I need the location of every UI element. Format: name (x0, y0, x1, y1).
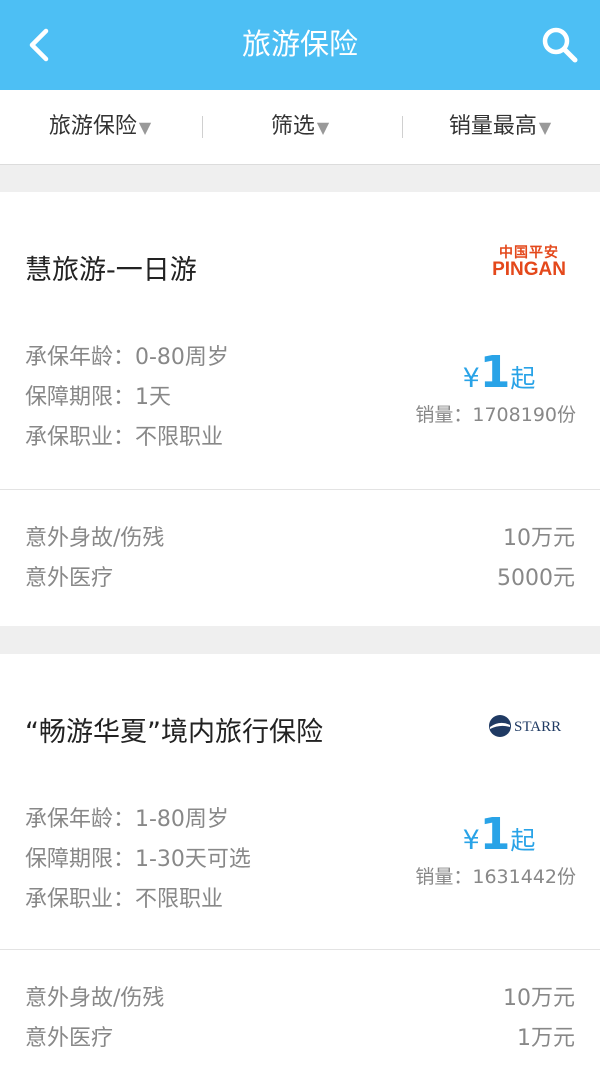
price-suffix: 起 (510, 364, 536, 393)
dropdown-arrow-icon: ▼ (316, 118, 330, 137)
filter-category[interactable]: 旅游保险 ▼ (0, 90, 200, 164)
product-card[interactable]: 慧旅游-一日游 中国平安 PINGAN 承保年龄：0-80周岁 保障期限：1天 … (0, 192, 600, 626)
coverage-value: 1万元 (517, 1026, 575, 1051)
coverage-label: 意外身故/伤残 (25, 986, 165, 1011)
starr-logo-text: STARR (514, 719, 561, 735)
coverage-value: 10万元 (503, 526, 575, 551)
dropdown-arrow-icon: ▼ (538, 118, 552, 137)
attr-age: 承保年龄：0-80周岁 (25, 345, 229, 370)
filter-sort[interactable]: 销量最高 ▼ (400, 90, 600, 164)
starr-logo: STARR (489, 715, 561, 737)
card-divider (0, 949, 600, 950)
sales-count: 销量：1631442份 (415, 866, 576, 888)
filter-category-label: 旅游保险 (48, 114, 137, 139)
attr-occupation: 承保职业：不限职业 (25, 425, 224, 450)
price-value: 1 (479, 347, 511, 398)
filter-bar: 旅游保险 ▼ 筛选 ▼ 销量最高 ▼ (0, 90, 600, 165)
search-icon[interactable] (540, 25, 580, 65)
coverage-value: 10万元 (503, 986, 575, 1011)
price-suffix: 起 (510, 826, 536, 855)
price: ¥1起 (424, 347, 574, 398)
coverage-label: 意外医疗 (25, 566, 114, 591)
filter-screen[interactable]: 筛选 ▼ (200, 90, 400, 164)
currency-symbol: ¥ (462, 825, 480, 856)
coverage-row: 意外医疗 5000元 (25, 560, 575, 600)
sales-count: 销量：1708190份 (415, 404, 576, 426)
attr-period: 保障期限：1天 (25, 385, 171, 410)
currency-symbol: ¥ (462, 363, 480, 394)
product-name: 慧旅游-一日游 (25, 255, 197, 286)
product-attributes: 承保年龄：1-80周岁 保障期限：1-30天可选 承保职业：不限职业 (25, 800, 251, 920)
coverage-label: 意外医疗 (25, 1026, 114, 1051)
product-card[interactable]: “畅游华夏”境内旅行保险 STARR 承保年龄：1-80周岁 保障期限：1-30… (0, 654, 600, 1067)
price-block: ¥1起 销量：1708190份 (376, 347, 576, 427)
coverage-value: 5000元 (497, 566, 575, 591)
app-header: 旅游保险 (0, 0, 600, 90)
product-name: “畅游华夏”境内旅行保险 (25, 717, 323, 748)
card-divider (0, 489, 600, 490)
page-title: 旅游保险 (241, 27, 358, 61)
product-attributes: 承保年龄：0-80周岁 保障期限：1天 承保职业：不限职业 (25, 338, 229, 458)
coverage-row: 意外身故/伤残 10万元 (25, 980, 575, 1020)
price: ¥1起 (424, 809, 574, 860)
coverage-row: 意外医疗 1万元 (25, 1020, 575, 1060)
price-block: ¥1起 销量：1631442份 (376, 809, 576, 889)
coverage-row: 意外身故/伤残 10万元 (25, 520, 575, 560)
filter-sort-label: 销量最高 (448, 114, 537, 139)
pingan-logo-cn: 中国平安 (499, 244, 560, 260)
price-value: 1 (479, 809, 511, 860)
filter-screen-label: 筛选 (270, 114, 315, 139)
attr-period: 保障期限：1-30天可选 (25, 847, 251, 872)
pingan-logo-en: PINGAN (492, 259, 566, 280)
attr-occupation: 承保职业：不限职业 (25, 887, 224, 912)
pingan-logo: 中国平安 PINGAN (492, 244, 566, 280)
coverage-label: 意外身故/伤残 (25, 526, 165, 551)
dropdown-arrow-icon: ▼ (138, 118, 152, 137)
attr-age: 承保年龄：1-80周岁 (25, 807, 229, 832)
